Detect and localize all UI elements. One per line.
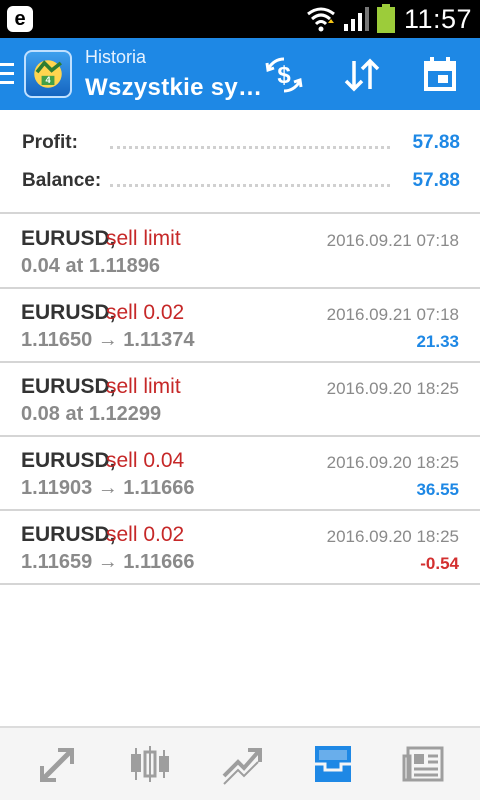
trade-detail: 1.11659 → 1.11666 xyxy=(21,551,195,573)
list-item[interactable]: EURUSD, sell 0.02 2016.09.21 07:18 1.116… xyxy=(0,289,480,363)
trade-detail: 1.11650 → 1.11374 xyxy=(21,329,195,351)
trade-symbol: EURUSD, xyxy=(21,227,116,250)
trade-profit: 36.55 xyxy=(416,480,459,499)
trade-type: sell 0.02 xyxy=(106,301,185,324)
balance-row: Balance: 57.88 xyxy=(22,166,460,196)
balance-value: 57.88 xyxy=(412,170,460,191)
screen-subtitle: Historia xyxy=(85,47,147,67)
trade-profit: -0.54 xyxy=(420,554,459,573)
trade-symbol: EURUSD, xyxy=(21,375,116,398)
chart-icon[interactable] xyxy=(128,742,172,786)
dotted-leader xyxy=(110,184,390,187)
app-logo-icon[interactable]: 4 xyxy=(24,50,72,98)
trade-type: sell 0.02 xyxy=(106,523,185,546)
trade-icon[interactable] xyxy=(220,742,264,786)
clock: 11:57 xyxy=(404,4,473,34)
trade-date: 2016.09.20 18:25 xyxy=(326,453,459,472)
account-summary: Profit: 57.88 Balance: 57.88 xyxy=(0,118,480,213)
history-icon[interactable] xyxy=(311,742,355,786)
trade-date: 2016.09.21 07:18 xyxy=(326,231,459,250)
dotted-leader xyxy=(110,146,390,149)
currency-exchange-icon[interactable]: $ xyxy=(264,55,304,95)
status-bar: e 11:57 xyxy=(0,0,480,38)
trade-profit: 21.33 xyxy=(416,332,459,351)
app-bar: 4 Historia Wszystkie sy… $ xyxy=(0,38,480,110)
wifi-icon xyxy=(307,7,335,32)
trade-detail: 1.11903 → 1.11666 xyxy=(21,477,195,499)
profit-value: 57.88 xyxy=(412,132,460,153)
list-item[interactable]: EURUSD, sell limit 2016.09.21 07:18 0.04… xyxy=(0,215,480,289)
signal-icon xyxy=(344,7,369,31)
svg-text:$: $ xyxy=(277,62,291,89)
list-item[interactable]: EURUSD, sell 0.02 2016.09.20 18:25 1.116… xyxy=(0,511,480,585)
trade-detail: 0.04 at 1.11896 xyxy=(21,255,161,277)
balance-label: Balance: xyxy=(22,170,102,191)
trade-detail: 0.08 at 1.12299 xyxy=(21,403,162,425)
list-item[interactable]: EURUSD, sell limit 2016.09.20 18:25 0.08… xyxy=(0,363,480,437)
trade-symbol: EURUSD, xyxy=(21,449,116,472)
trade-symbol: EURUSD, xyxy=(21,301,116,324)
trade-symbol: EURUSD, xyxy=(21,523,116,546)
battery-icon xyxy=(377,4,395,33)
quotes-icon[interactable] xyxy=(36,742,80,786)
trade-date: 2016.09.20 18:25 xyxy=(326,379,459,398)
bottom-navigation xyxy=(0,726,480,800)
profit-label: Profit: xyxy=(22,132,78,153)
news-icon[interactable] xyxy=(402,742,446,786)
divider xyxy=(0,212,480,214)
trade-date: 2016.09.20 18:25 xyxy=(326,527,459,546)
trade-type: sell 0.04 xyxy=(106,449,185,472)
trade-type: sell limit xyxy=(106,227,181,250)
calendar-icon[interactable] xyxy=(420,55,460,95)
list-item[interactable]: EURUSD, sell 0.04 2016.09.20 18:25 1.119… xyxy=(0,437,480,511)
sort-icon[interactable] xyxy=(342,55,382,95)
menu-icon[interactable] xyxy=(0,63,14,85)
trade-type: sell limit xyxy=(106,375,181,398)
profit-row: Profit: 57.88 xyxy=(22,128,460,158)
symbol-filter-title[interactable]: Wszystkie sy… xyxy=(85,74,262,102)
trade-date: 2016.09.21 07:18 xyxy=(326,305,459,324)
app-notification-icon: e xyxy=(7,6,33,32)
